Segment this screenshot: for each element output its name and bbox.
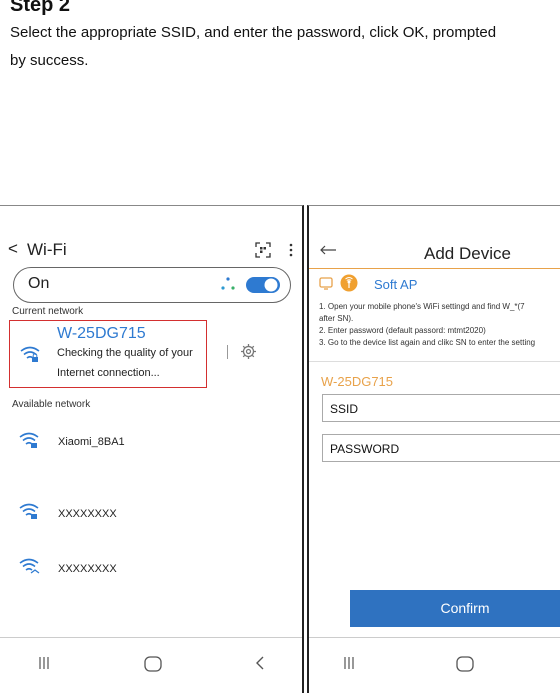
wifi-locked-icon <box>18 502 40 520</box>
wifi-toggle-switch[interactable] <box>246 276 280 294</box>
intro-line-2: by success. <box>10 52 89 69</box>
available-network-item[interactable]: XXXXXXXX <box>18 500 288 526</box>
system-nav-bar <box>0 637 302 693</box>
page-title: Add Device <box>424 244 511 263</box>
back-icon[interactable]: < <box>8 239 18 259</box>
home-icon[interactable] <box>455 655 475 673</box>
add-device-screen: Add Device Soft AP 1. Open your mobile p… <box>307 205 560 693</box>
wifi-scanning-icon <box>219 276 237 294</box>
confirm-button[interactable]: Confirm <box>350 590 560 627</box>
wifi-settings-screen: < Wi-Fi On Current network W-25DG715 Che… <box>0 205 304 693</box>
scan-qr-icon[interactable] <box>255 242 271 258</box>
current-network-name: W-25DG715 <box>57 325 146 342</box>
wifi-toggle-row[interactable]: On <box>13 267 291 303</box>
connection-status: Checking the quality of your Internet co… <box>57 343 193 383</box>
wifi-locked-icon <box>18 431 40 449</box>
current-network-label: Current network <box>12 306 84 317</box>
available-network-label: Available network <box>12 399 91 410</box>
toggle-label: On <box>28 275 50 292</box>
instruction-line: 1. Open your mobile phone's WiFi setting… <box>319 302 525 311</box>
available-network-item[interactable]: XXXXXXXX <box>18 555 288 581</box>
soft-ap-icon <box>340 274 358 292</box>
intro-text: Step 2 Select the appropriate SSID, and … <box>10 0 560 75</box>
network-name: XXXXXXXX <box>58 508 117 520</box>
page-title: Wi-Fi <box>27 240 67 259</box>
back-arrow-icon[interactable] <box>319 245 337 255</box>
instruction-line: 3. Go to the device list again and clikc… <box>319 338 536 347</box>
current-network-item[interactable]: W-25DG715 Checking the quality of your I… <box>9 320 207 388</box>
back-nav-icon[interactable] <box>254 655 266 671</box>
title-divider <box>309 268 560 269</box>
system-nav-bar <box>309 637 560 693</box>
ssid-field[interactable]: SSID <box>322 394 560 422</box>
intro-line-1: Select the appropriate SSID, and enter t… <box>10 24 497 41</box>
divider <box>227 345 228 359</box>
wifi-icon <box>18 557 40 575</box>
gear-icon[interactable] <box>240 343 257 360</box>
available-network-item[interactable]: Xiaomi_8BA1 <box>18 429 288 455</box>
instruction-line: after SN). <box>319 314 354 323</box>
home-icon[interactable] <box>143 655 163 673</box>
status-line-1: Checking the quality of your <box>57 347 193 359</box>
mode-label: Soft AP <box>374 277 418 292</box>
recent-apps-icon[interactable] <box>38 655 50 671</box>
status-line-2: Internet connection... <box>57 367 160 379</box>
device-name: W-25DG715 <box>321 374 394 389</box>
wifi-locked-icon <box>19 345 41 363</box>
section-divider <box>309 361 560 362</box>
device-screen-icon <box>319 277 333 290</box>
more-options-icon[interactable] <box>288 242 294 258</box>
instructions: 1. Open your mobile phone's WiFi setting… <box>319 301 535 349</box>
password-field[interactable]: PASSWORD <box>322 434 560 462</box>
step-label: Step 2 <box>10 0 71 16</box>
instruction-line: 2. Enter password (default passord: mtmt… <box>319 326 486 335</box>
recent-apps-icon[interactable] <box>343 655 355 671</box>
network-name: XXXXXXXX <box>58 563 117 575</box>
network-name: Xiaomi_8BA1 <box>58 436 125 448</box>
